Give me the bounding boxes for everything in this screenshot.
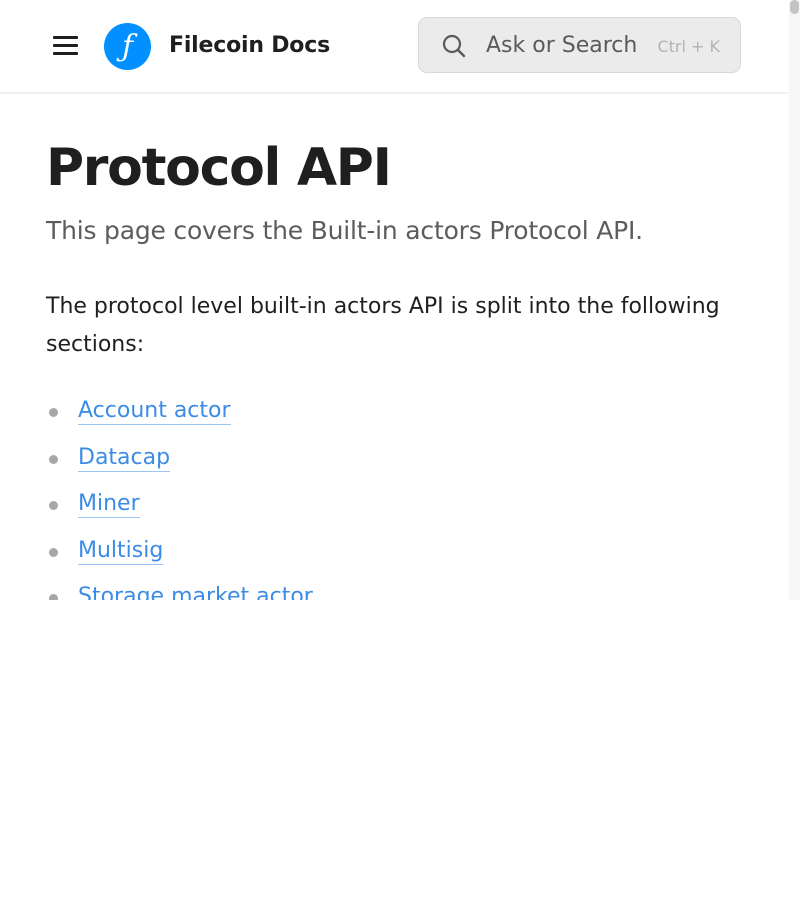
browser-viewport: ƒ Filecoin Docs Ask or Search Ctrl + K P… (0, 0, 800, 600)
bullet-icon (49, 547, 58, 557)
site-brand-title[interactable]: Filecoin Docs (169, 31, 330, 61)
top-header: ƒ Filecoin Docs Ask or Search Ctrl + K (0, 0, 788, 94)
hamburger-menu-icon[interactable] (52, 33, 80, 59)
page-title: Protocol API (46, 138, 392, 198)
scrollbar-thumb[interactable] (790, 0, 799, 14)
search-shortcut-hint: Ctrl + K (657, 37, 720, 56)
search-icon (441, 33, 467, 59)
search-box[interactable]: Ask or Search Ctrl + K (418, 17, 741, 73)
link-miner[interactable]: Miner (78, 491, 140, 519)
page-subtitle: This page covers the Built-in actors Pro… (46, 216, 643, 245)
search-placeholder: Ask or Search (486, 33, 638, 58)
link-multisig[interactable]: Multisig (78, 538, 164, 565)
link-datacap[interactable]: Datacap (78, 445, 171, 472)
bullet-icon (49, 594, 58, 600)
svg-text:ƒ: ƒ (116, 29, 138, 64)
link-account-actor[interactable]: Account actor (78, 398, 231, 425)
filecoin-logo-icon[interactable]: ƒ (104, 23, 151, 70)
bullet-icon (49, 408, 58, 417)
link-storage-market-actor[interactable]: Storage market actor (78, 584, 313, 600)
bullet-icon (49, 454, 58, 464)
intro-paragraph: The protocol level built-in actors API i… (46, 294, 720, 357)
scrollbar[interactable] (789, 0, 800, 600)
bullet-icon (49, 501, 58, 511)
